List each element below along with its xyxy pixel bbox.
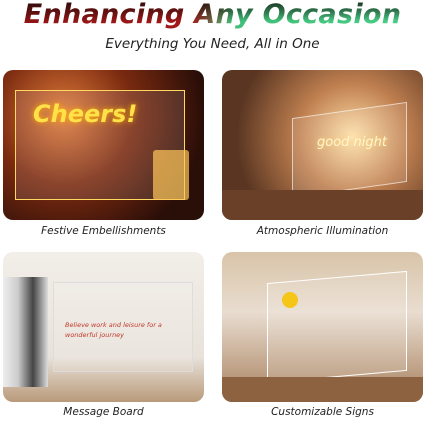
photo-custom-signs <box>222 252 423 402</box>
photo-atmospheric: good night <box>222 70 423 220</box>
photo-lettering: Cheers! <box>33 100 138 128</box>
caption-festive: Festive Embellishments <box>41 225 166 237</box>
photo-lettering: good night <box>317 135 387 150</box>
drink-glass <box>153 150 189 200</box>
caption-custom-signs: Customizable Signs <box>271 406 374 418</box>
photo-lettering: Believe work and leisure for a wonderful… <box>65 321 162 339</box>
page-title: Enhancing Any Occasion <box>0 0 425 30</box>
page-subtitle: Everything You Need, All in One <box>105 36 320 52</box>
table <box>222 190 423 220</box>
books <box>3 277 48 387</box>
caption-atmospheric: Atmospheric Illumination <box>256 225 389 237</box>
photo-festive: Cheers! <box>3 70 204 220</box>
photo-message-board: Believe work and leisure for a wonderful… <box>3 252 204 402</box>
sun-drawing <box>282 292 298 308</box>
table <box>222 377 423 402</box>
caption-message-board: Message Board <box>63 406 144 418</box>
